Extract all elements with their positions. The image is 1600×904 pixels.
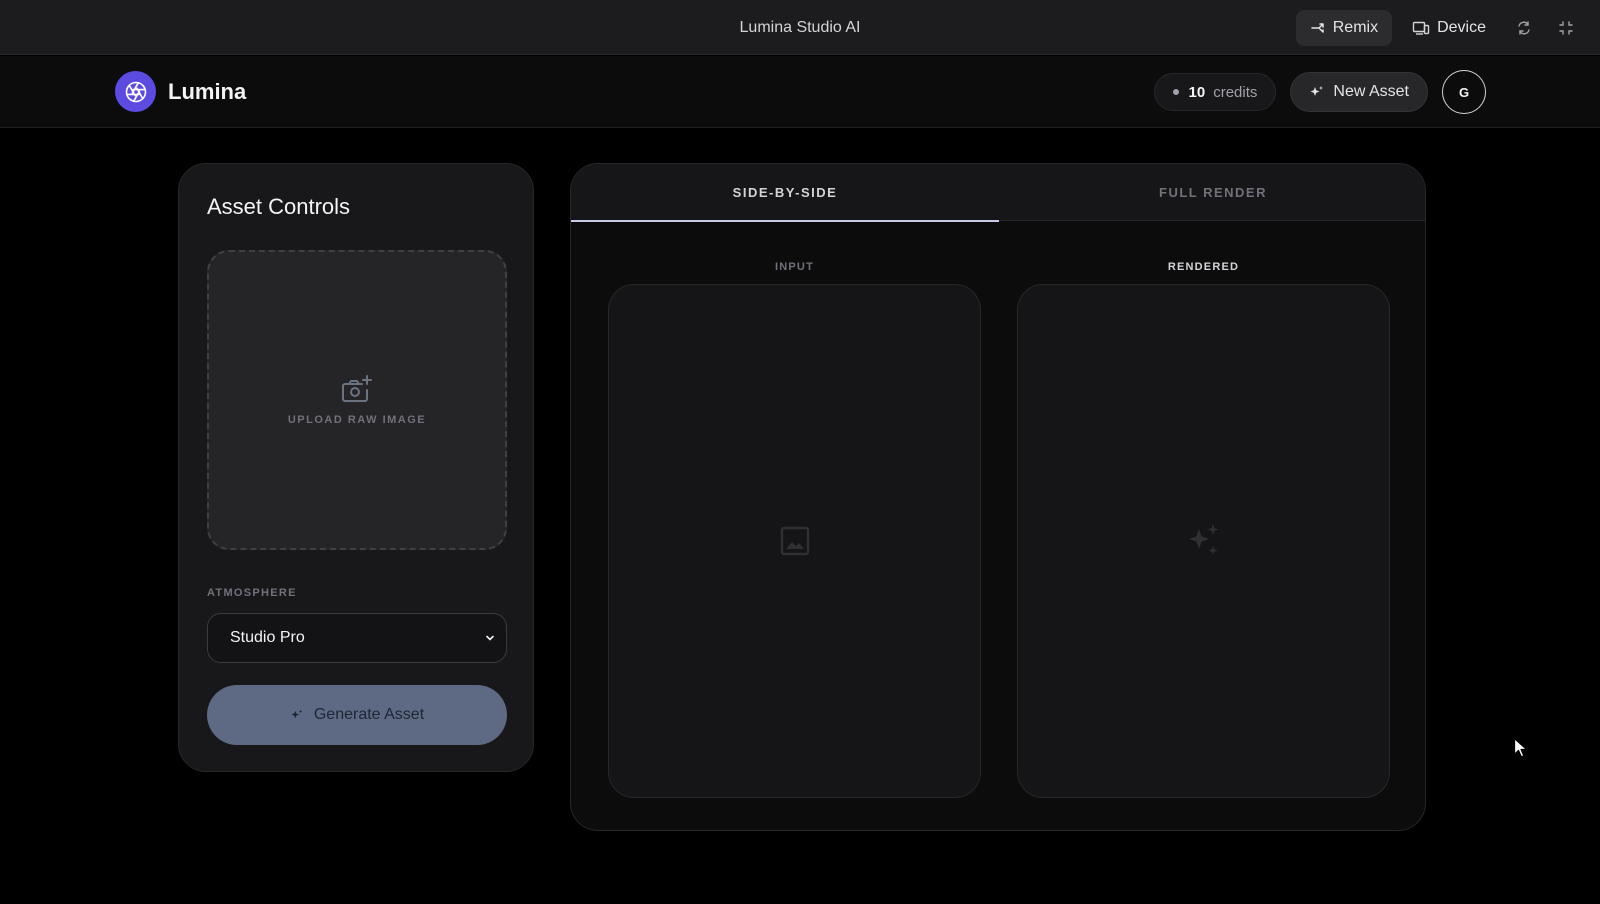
credits-badge: 10 credits <box>1153 73 1277 111</box>
atmosphere-select[interactable]: Studio Pro <box>207 613 507 663</box>
rendered-label: RENDERED <box>1167 261 1240 273</box>
generate-asset-button[interactable]: Generate Asset <box>207 685 507 745</box>
new-asset-label: New Asset <box>1333 83 1409 100</box>
image-placeholder-icon <box>780 526 809 556</box>
rendered-pane <box>1017 284 1390 798</box>
new-asset-button[interactable]: New Asset <box>1290 72 1428 112</box>
atmosphere-value: Studio Pro <box>230 629 305 646</box>
device-icon <box>1412 21 1430 35</box>
brand[interactable]: Lumina <box>115 71 246 112</box>
remix-icon <box>1311 23 1324 33</box>
fullscreen-button[interactable] <box>1548 10 1584 46</box>
device-button[interactable]: Device <box>1398 10 1500 46</box>
upload-dropzone[interactable]: UPLOAD RAW IMAGE <box>207 250 507 550</box>
input-label: INPUT <box>775 261 814 273</box>
asset-controls-title: Asset Controls <box>207 194 351 219</box>
credits-label: credits <box>1213 83 1258 101</box>
user-avatar[interactable]: G <box>1442 70 1486 114</box>
asset-controls-panel: Asset Controls UPLOAD RAW IMAGE ATMOSPHE… <box>178 163 534 772</box>
preview-panel: SIDE-BY-SIDE FULL RENDER INPUT RENDERED <box>570 163 1426 831</box>
topbar-actions: Remix Device <box>1295 10 1584 46</box>
sparkle-icon <box>1310 86 1324 96</box>
app-header: Lumina 10 credits New Asset G <box>0 56 1600 128</box>
upload-label: UPLOAD RAW IMAGE <box>287 414 427 426</box>
credits-count: 10 <box>1188 83 1206 101</box>
sparkles-placeholder-icon <box>1188 524 1218 555</box>
brand-name: Lumina <box>168 78 247 104</box>
device-label: Device <box>1437 19 1486 36</box>
fullscreen-icon <box>1559 21 1573 35</box>
remix-label: Remix <box>1332 19 1379 36</box>
preview-tabs: SIDE-BY-SIDE FULL RENDER <box>571 164 1425 222</box>
atmosphere-label: ATMOSPHERE <box>207 587 297 599</box>
input-pane <box>608 284 981 798</box>
mouse-cursor-icon <box>1513 737 1528 758</box>
generate-asset-label: Generate Asset <box>313 706 425 723</box>
tab-side-by-side[interactable]: SIDE-BY-SIDE <box>571 164 999 222</box>
tab-full-render[interactable]: FULL RENDER <box>999 164 1425 221</box>
refresh-icon <box>1518 21 1530 35</box>
header-actions: 10 credits New Asset G <box>1153 70 1486 114</box>
remix-button[interactable]: Remix <box>1295 10 1393 46</box>
aperture-logo-icon <box>115 71 156 112</box>
credits-dot-icon <box>1172 89 1179 95</box>
sparkle-icon <box>291 709 303 719</box>
add-photo-icon <box>342 375 372 402</box>
studio-topbar: Lumina Studio AI Remix Device <box>0 0 1600 55</box>
refresh-button[interactable] <box>1506 10 1542 46</box>
chevron-down-icon <box>486 635 494 641</box>
